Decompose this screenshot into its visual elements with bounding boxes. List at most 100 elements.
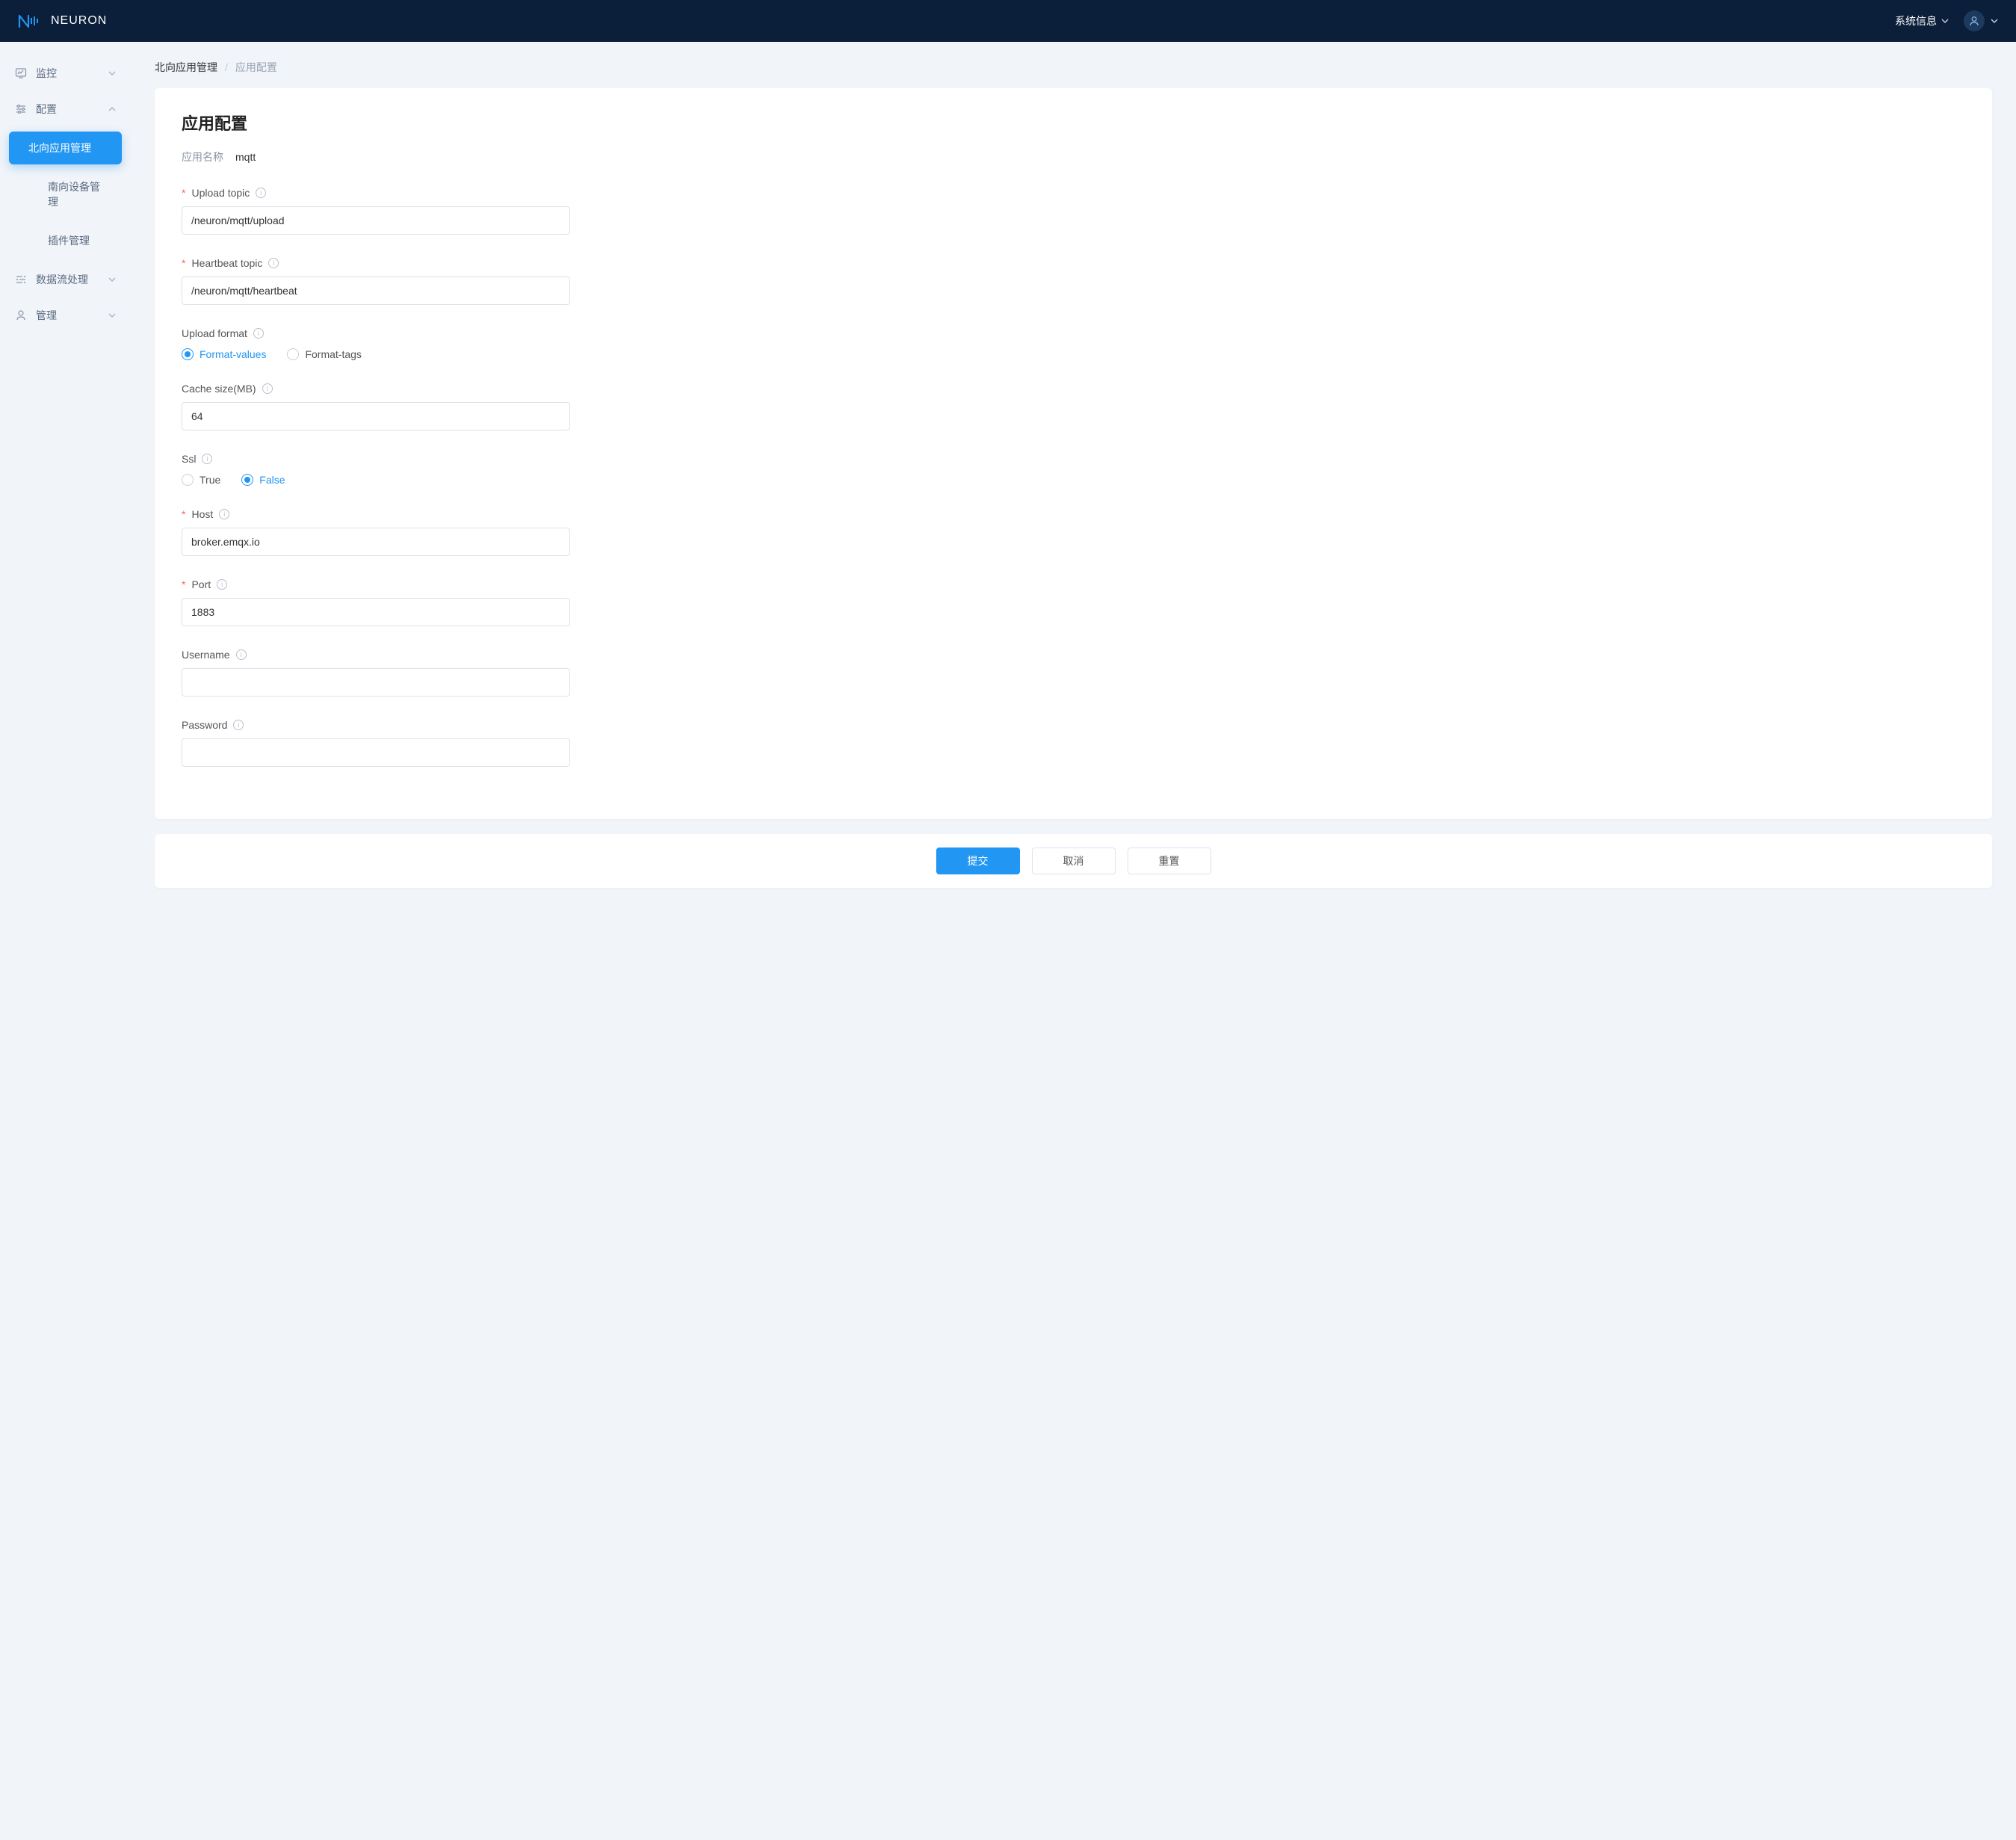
sidebar-label: 配置 — [36, 102, 57, 117]
field-username: Username i — [182, 649, 1965, 697]
sidebar-label: 管理 — [36, 308, 57, 323]
config-card: 应用配置 应用名称 mqtt * Upload topic i * Heartb… — [155, 88, 1992, 819]
breadcrumb-current: 应用配置 — [235, 60, 277, 75]
field-password: Password i — [182, 719, 1965, 767]
avatar-icon — [1964, 10, 1985, 31]
radio-label: False — [259, 474, 285, 486]
chevron-down-icon — [108, 277, 116, 282]
logo-area: NEURON — [18, 13, 107, 28]
chevron-down-icon — [1941, 19, 1949, 23]
sidebar-item-datastream[interactable]: 数据流处理 — [0, 263, 131, 296]
password-input[interactable] — [182, 738, 570, 767]
sidebar-item-plugin[interactable]: 插件管理 — [9, 224, 122, 257]
sidebar-item-label: 插件管理 — [48, 235, 90, 247]
field-label: Upload topic — [191, 187, 250, 199]
radio-icon — [287, 348, 299, 360]
sidebar-item-label: 北向应用管理 — [28, 142, 91, 154]
port-input[interactable] — [182, 598, 570, 626]
app-name-row: 应用名称 mqtt — [182, 149, 1965, 164]
chevron-down-icon — [108, 313, 116, 318]
radio-icon — [182, 348, 194, 360]
sidebar-item-south-device[interactable]: 南向设备管理 — [9, 170, 122, 218]
sidebar: 监控 配置 北向应用管理 南向设备管理 — [0, 42, 131, 1840]
required-indicator: * — [182, 508, 185, 520]
field-ssl: Ssl i True False — [182, 453, 1965, 486]
field-label: Upload format — [182, 327, 247, 339]
sys-info-label: 系统信息 — [1895, 13, 1937, 28]
footer-actions: 提交 取消 重置 — [155, 834, 1992, 888]
main-content: 北向应用管理 / 应用配置 应用配置 应用名称 mqtt * Upload to… — [131, 42, 2016, 1840]
sidebar-label: 数据流处理 — [36, 272, 88, 287]
radio-ssl-true[interactable]: True — [182, 474, 220, 486]
sidebar-item-north-app[interactable]: 北向应用管理 — [9, 132, 122, 164]
chevron-down-icon — [1991, 19, 1998, 23]
sidebar-group-config: 配置 北向应用管理 南向设备管理 插件管理 — [0, 93, 131, 257]
field-upload-format: Upload format i Format-values Format-tag… — [182, 327, 1965, 360]
info-icon[interactable]: i — [219, 509, 229, 519]
radio-format-values[interactable]: Format-values — [182, 348, 266, 360]
sidebar-group-admin: 管理 — [0, 299, 131, 332]
required-indicator: * — [182, 578, 185, 590]
sidebar-label: 监控 — [36, 66, 57, 81]
cache-size-input[interactable] — [182, 402, 570, 430]
chevron-up-icon — [108, 107, 116, 111]
sidebar-item-label: 南向设备管理 — [48, 181, 100, 208]
user-menu[interactable] — [1964, 10, 1998, 31]
field-label: Username — [182, 649, 230, 661]
required-indicator: * — [182, 257, 185, 269]
radio-ssl-false[interactable]: False — [241, 474, 285, 486]
breadcrumb: 北向应用管理 / 应用配置 — [155, 60, 1992, 75]
info-icon[interactable]: i — [268, 258, 279, 268]
brand-text: NEURON — [51, 14, 107, 28]
radio-label: True — [200, 474, 220, 486]
button-label: 重置 — [1159, 853, 1180, 868]
app-header: NEURON 系统信息 — [0, 0, 2016, 42]
app-name-label: 应用名称 — [182, 149, 223, 164]
monitor-icon — [15, 67, 27, 79]
config-icon — [15, 103, 27, 115]
reset-button[interactable]: 重置 — [1128, 848, 1211, 874]
cancel-button[interactable]: 取消 — [1032, 848, 1116, 874]
sidebar-group-datastream: 数据流处理 — [0, 263, 131, 296]
field-host: * Host i — [182, 508, 1965, 556]
info-icon[interactable]: i — [253, 328, 264, 339]
info-icon[interactable]: i — [262, 383, 273, 394]
info-icon[interactable]: i — [233, 720, 244, 730]
sidebar-item-config[interactable]: 配置 — [0, 93, 131, 126]
field-port: * Port i — [182, 578, 1965, 626]
chevron-down-icon — [108, 71, 116, 75]
radio-label: Format-values — [200, 348, 266, 360]
breadcrumb-parent[interactable]: 北向应用管理 — [155, 60, 217, 75]
info-icon[interactable]: i — [236, 649, 247, 660]
field-upload-topic: * Upload topic i — [182, 187, 1965, 235]
button-label: 取消 — [1063, 853, 1084, 868]
radio-icon — [182, 474, 194, 486]
sidebar-sub-config: 北向应用管理 南向设备管理 插件管理 — [0, 132, 131, 257]
username-input[interactable] — [182, 668, 570, 697]
breadcrumb-separator: / — [225, 61, 228, 73]
field-label: Password — [182, 719, 227, 731]
logo-icon — [18, 13, 43, 28]
field-label: Cache size(MB) — [182, 383, 256, 395]
info-icon[interactable]: i — [256, 188, 266, 198]
sidebar-item-admin[interactable]: 管理 — [0, 299, 131, 332]
submit-button[interactable]: 提交 — [936, 848, 1020, 874]
heartbeat-topic-input[interactable] — [182, 277, 570, 305]
admin-icon — [15, 309, 27, 321]
page-title: 应用配置 — [182, 111, 1965, 135]
info-icon[interactable]: i — [217, 579, 227, 590]
field-heartbeat-topic: * Heartbeat topic i — [182, 257, 1965, 305]
radio-label: Format-tags — [305, 348, 361, 360]
host-input[interactable] — [182, 528, 570, 556]
info-icon[interactable]: i — [202, 454, 212, 464]
sidebar-item-monitor[interactable]: 监控 — [0, 57, 131, 90]
field-cache-size: Cache size(MB) i — [182, 383, 1965, 430]
required-indicator: * — [182, 187, 185, 199]
field-label: Host — [191, 508, 213, 520]
datastream-icon — [15, 274, 27, 285]
sys-info-dropdown[interactable]: 系统信息 — [1895, 13, 1949, 28]
button-label: 提交 — [968, 853, 989, 868]
app-name-value: mqtt — [235, 151, 256, 163]
radio-format-tags[interactable]: Format-tags — [287, 348, 361, 360]
upload-topic-input[interactable] — [182, 206, 570, 235]
